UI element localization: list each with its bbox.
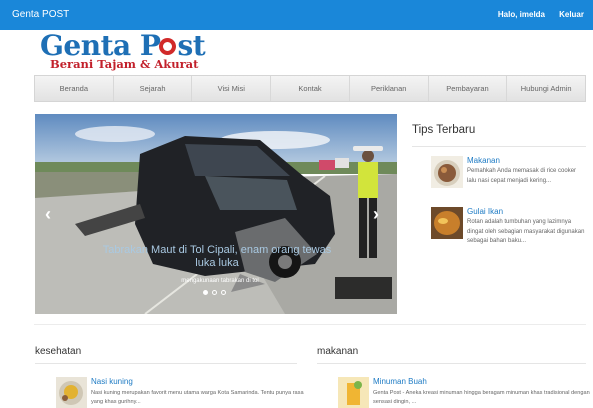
menu-item-beranda[interactable]: Beranda: [35, 76, 114, 101]
tips-heading: Tips Terbaru: [412, 124, 476, 136]
section-heading-kesehatan: kesehatan: [35, 346, 82, 357]
menu-item-sejarah[interactable]: Sejarah: [114, 76, 193, 101]
carousel-indicators: [203, 290, 226, 295]
top-navbar: Genta POST Halo, imelda Keluar: [0, 0, 593, 30]
tip-excerpt: Pemahkah Anda memasak di rice cooker lal…: [467, 168, 577, 184]
menu-item-hubungi-admin[interactable]: Hubungi Admin: [507, 76, 585, 101]
news-carousel[interactable]: ‹ › Tabrakan Maut di Tol Cipali, enam or…: [35, 114, 397, 314]
tip-title-link[interactable]: Gulai Ikan: [467, 207, 503, 216]
carousel-image: [35, 114, 397, 314]
tip-title-link[interactable]: Makanan: [467, 156, 500, 165]
section-heading-makanan: makanan: [317, 346, 359, 357]
menu-item-periklanan[interactable]: Periklanan: [350, 76, 429, 101]
carousel-indicator[interactable]: [221, 290, 226, 295]
article-excerpt: Nasi kuning merupakan favorit menu utama…: [91, 390, 304, 405]
divider: [35, 363, 297, 364]
logo-tagline: Berani Tajam & Akurat: [50, 57, 199, 71]
carousel-next-icon[interactable]: ›: [373, 204, 379, 225]
menu-item-kontak[interactable]: Kontak: [271, 76, 350, 101]
divider: [412, 146, 586, 147]
article-thumbnail[interactable]: [338, 377, 369, 408]
tip-thumbnail[interactable]: [431, 156, 463, 188]
divider: [34, 324, 586, 325]
main-menu: Beranda Sejarah Visi Misi Kontak Perikla…: [34, 75, 586, 102]
logout-link[interactable]: Keluar: [559, 10, 584, 19]
article-title-link[interactable]: Minuman Buah: [373, 377, 427, 386]
carousel-caption: Tabrakan Maut di Tol Cipali, enam orang …: [102, 244, 332, 269]
logo-target-icon: [159, 38, 176, 55]
divider: [317, 363, 586, 364]
carousel-subcaption: mengakunaan tabrakan di tol: [181, 278, 259, 284]
tip-excerpt: Rotan adalah tumbuhan yang lazimnya ding…: [467, 219, 585, 244]
carousel-indicator[interactable]: [212, 290, 217, 295]
menu-item-visi-misi[interactable]: Visi Misi: [192, 76, 272, 101]
article-title-link[interactable]: Nasi kuning: [91, 377, 133, 386]
carousel-indicator[interactable]: [203, 290, 208, 295]
carousel-prev-icon[interactable]: ‹: [45, 204, 51, 225]
site-logo[interactable]: Genta Pst Berani Tajam & Akurat: [40, 31, 240, 75]
article-excerpt: Genta Post - Aneka kreasi minuman hingga…: [373, 390, 590, 405]
menu-item-pembayaran[interactable]: Pembayaran: [429, 76, 508, 101]
user-greeting-link[interactable]: Halo, imelda: [498, 10, 545, 19]
site-brand-link[interactable]: Genta POST: [12, 9, 69, 20]
tip-thumbnail[interactable]: [431, 207, 463, 239]
article-thumbnail[interactable]: [56, 377, 87, 408]
